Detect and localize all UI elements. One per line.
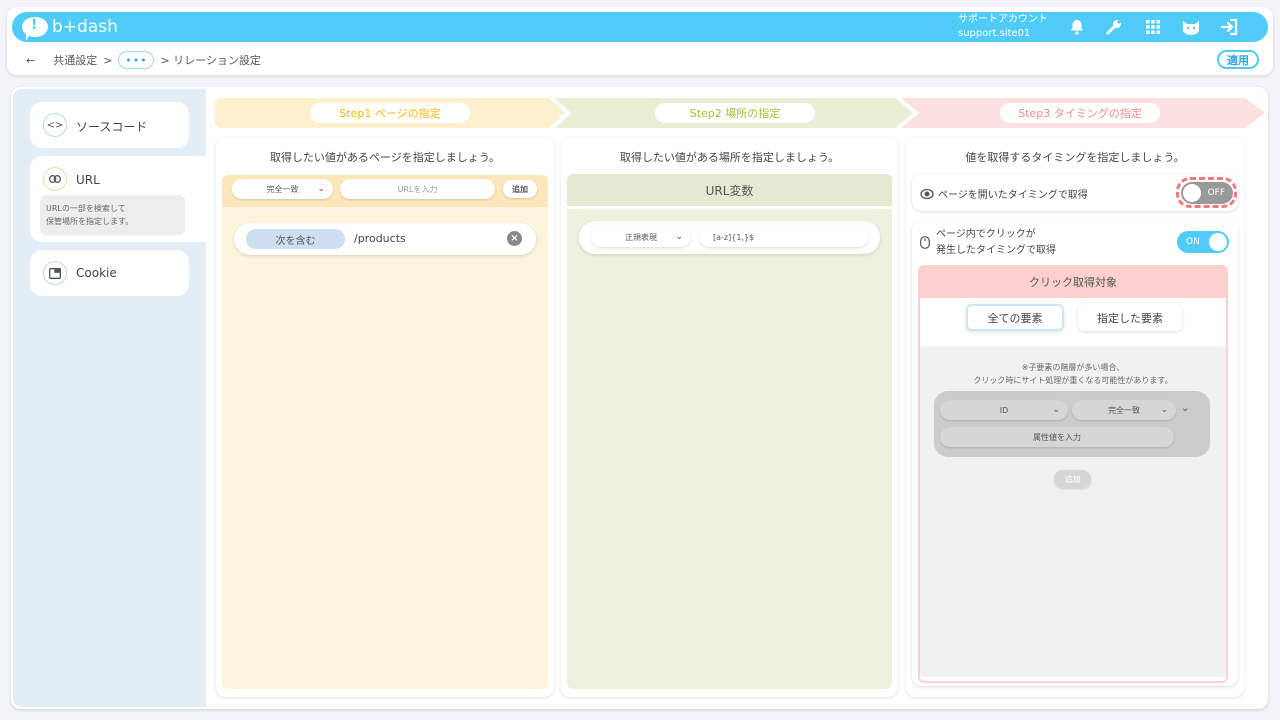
toggle-knob bbox=[1183, 184, 1201, 202]
breadcrumb-more-button[interactable]: ••• bbox=[118, 51, 155, 69]
back-arrow-icon[interactable]: ← bbox=[26, 54, 35, 67]
rule-value[interactable]: /products bbox=[354, 232, 406, 245]
tab-specified-elements[interactable]: 指定した要素 bbox=[1078, 304, 1182, 331]
chevron-down-icon: ⌄ bbox=[675, 232, 683, 242]
link-icon bbox=[43, 167, 67, 191]
step-3[interactable]: Step3 タイミングの指定 bbox=[905, 98, 1255, 128]
timing-click-label: ページ内でクリックが 発生したタイミングで取得 bbox=[936, 229, 1056, 256]
wrench-icon[interactable] bbox=[1101, 14, 1127, 40]
step-3-label: Step3 タイミングの指定 bbox=[1000, 103, 1160, 123]
attribute-select[interactable]: ID ⌄ bbox=[940, 400, 1068, 420]
logout-icon[interactable] bbox=[1217, 14, 1243, 40]
apply-button[interactable]: 適用 bbox=[1217, 50, 1259, 69]
breadcrumb-common-settings[interactable]: 共通設定 bbox=[53, 52, 97, 68]
timing-page-open-label: ページを開いたタイミングで取得 bbox=[938, 190, 1088, 201]
performance-note: ※子要素の階層が多い場合、 クリック時にサイト処理が重くなる可能性があります。 bbox=[973, 363, 1173, 385]
disabled-area: ※子要素の階層が多い場合、 クリック時にサイト処理が重くなる可能性があります。 … bbox=[920, 346, 1226, 677]
timing-click-card: ページ内でクリックが 発生したタイミングで取得 ON クリック取得対象 全ての要… bbox=[912, 220, 1238, 686]
step-1[interactable]: Step1 ページの指定 bbox=[215, 98, 550, 128]
eye-icon bbox=[920, 185, 934, 204]
logo[interactable]: ! b+dash bbox=[22, 13, 118, 41]
logo-text: b+dash bbox=[52, 17, 118, 37]
regex-rule-row: 正規表現 ⌄ [a-z]{1,}$ bbox=[579, 221, 880, 254]
breadcrumb: ← 共通設定 > ••• > リレーション設定 bbox=[26, 50, 261, 70]
url-input[interactable]: URLを入力 bbox=[340, 179, 495, 199]
step2-title: 取得したい値がある場所を指定しましょう。 bbox=[619, 151, 840, 164]
url-variable-header: URL変数 bbox=[567, 174, 892, 206]
step1-title: 取得したい値があるページを指定しましょう。 bbox=[269, 151, 501, 164]
account-name: サポートアカウント bbox=[958, 14, 1048, 25]
attr-add-button[interactable]: 追加 bbox=[1054, 470, 1091, 488]
clear-icon[interactable]: × bbox=[507, 231, 522, 246]
timing-page-open-row: ページを開いたタイミングで取得 OFF bbox=[912, 174, 1238, 211]
toggle-state: ON bbox=[1186, 237, 1200, 247]
window-icon bbox=[43, 261, 67, 285]
cat-face-icon[interactable] bbox=[1178, 14, 1204, 40]
match-type-select[interactable]: 完全一致 ⌄ bbox=[232, 179, 333, 199]
chevron-down-icon: ⌄ bbox=[1160, 405, 1168, 415]
click-toggle[interactable]: ON bbox=[1177, 231, 1229, 253]
attribute-rule-box: ID ⌄ 完全一致 ⌄ ⌄ 属性値を入力 bbox=[934, 391, 1210, 457]
click-target-header: クリック取得対象 bbox=[918, 265, 1228, 298]
chevron-down-icon: ⌄ bbox=[1052, 405, 1060, 415]
account-info[interactable]: サポートアカウント support.site01 bbox=[958, 13, 1048, 41]
step-2[interactable]: Step2 場所の指定 bbox=[560, 98, 900, 128]
desc-line-1: URLの一部を検索して bbox=[46, 204, 126, 213]
desc-line-2: 保管場所を指定します。 bbox=[46, 217, 134, 226]
step3-title: 値を取得するタイミングを指定しましょう。 bbox=[965, 151, 1185, 164]
toggle-state: OFF bbox=[1207, 188, 1225, 198]
rule-type-select[interactable]: 次を含む bbox=[246, 229, 345, 249]
tab-all-elements[interactable]: 全ての要素 bbox=[966, 304, 1064, 331]
sidebar-item-label: ソースコード bbox=[76, 120, 148, 134]
grid-icon[interactable] bbox=[1140, 14, 1166, 40]
code-icon: <> bbox=[43, 113, 67, 137]
click-target-box: クリック取得対象 全ての要素 指定した要素 ※子要素の階層が多い場合、 クリック… bbox=[918, 265, 1228, 683]
regex-type-select[interactable]: 正規表現 ⌄ bbox=[591, 227, 691, 247]
breadcrumb-separator: > bbox=[103, 53, 113, 67]
breadcrumb-current: > リレーション設定 bbox=[160, 54, 261, 67]
sidebar-item-label: Cookie bbox=[76, 266, 117, 280]
step2-panel: 取得したい値がある場所を指定しましょう。 URL変数 正規表現 ⌄ [a-z]{1… bbox=[561, 137, 898, 697]
step3-panel: 値を取得するタイミングを指定しましょう。 ページを開いたタイミングで取得 OFF… bbox=[906, 137, 1244, 697]
page-open-toggle[interactable]: OFF bbox=[1181, 182, 1233, 204]
step-2-label: Step2 場所の指定 bbox=[655, 103, 815, 123]
chevron-down-icon: ⌄ bbox=[317, 184, 325, 194]
sidebar-item-cookie[interactable]: Cookie bbox=[30, 250, 189, 296]
sidebar-url-description: URLの一部を検索して 保管場所を指定します。 bbox=[40, 195, 185, 235]
bell-icon[interactable] bbox=[1064, 14, 1090, 40]
logo-bubble-icon: ! bbox=[22, 17, 48, 41]
sidebar-item-label: URL bbox=[76, 173, 100, 187]
step-1-label: Step1 ページの指定 bbox=[310, 103, 470, 123]
sidebar-item-source-code[interactable]: <> ソースコード bbox=[30, 102, 189, 148]
url-rule-row: 次を含む /products × bbox=[234, 223, 536, 255]
step1-panel: 取得したい値があるページを指定しましょう。 完全一致 ⌄ URLを入力 追加 次を… bbox=[216, 137, 554, 697]
attribute-value-input[interactable]: 属性値を入力 bbox=[940, 427, 1174, 447]
account-site: support.site01 bbox=[958, 28, 1031, 39]
expand-chevron-icon[interactable]: ⌄ bbox=[1181, 403, 1189, 414]
step2-body bbox=[567, 209, 892, 689]
toggle-knob bbox=[1209, 233, 1227, 251]
add-button[interactable]: 追加 bbox=[503, 180, 537, 198]
mouse-icon bbox=[920, 234, 930, 253]
regex-input[interactable]: [a-z]{1,}$ bbox=[699, 227, 869, 247]
attr-match-select[interactable]: 完全一致 ⌄ bbox=[1072, 400, 1176, 420]
